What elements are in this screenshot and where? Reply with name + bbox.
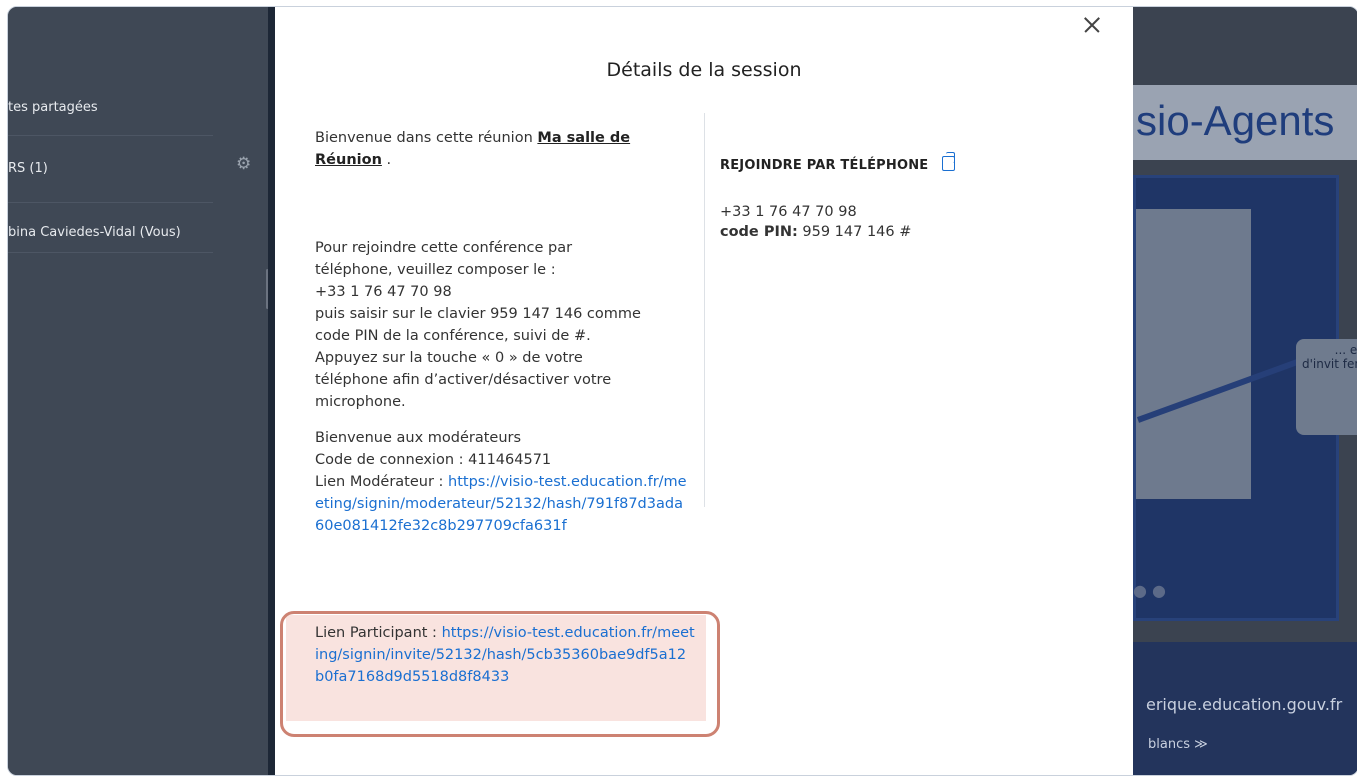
phone-number: +33 1 76 47 70 98	[720, 204, 857, 220]
copy-icon[interactable]	[942, 152, 956, 171]
moderator-welcome: Bienvenue aux modérateurs	[315, 430, 522, 446]
instruction-line: microphone.	[315, 394, 406, 410]
instruction-line: Appuyez sur la touche « 0 » de votre	[315, 350, 583, 366]
slide-callout: ... et d'invit fen	[1296, 339, 1357, 435]
connection-code: Code de connexion : 411464571	[315, 452, 552, 468]
highlight-annotation	[280, 611, 720, 737]
welcome-text: Bienvenue dans cette réunion Ma salle de…	[315, 127, 690, 171]
welcome-prefix: Bienvenue dans cette réunion	[315, 130, 538, 146]
slide-controls-icon: ● ●	[1133, 581, 1167, 600]
slide-title: sio-Agents	[1136, 97, 1335, 144]
session-info: Bienvenue dans cette réunion Ma salle de…	[315, 127, 690, 537]
divider	[8, 252, 213, 253]
user-list-item[interactable]: bina Caviedes-Vidal (Vous)	[8, 225, 181, 240]
column-divider	[704, 113, 705, 507]
phone-heading: REJOINDRE PAR TÉLÉPHONE	[720, 158, 929, 173]
close-icon[interactable]	[1080, 13, 1104, 37]
instruction-line: puis saisir sur le clavier 959 147 146 c…	[315, 306, 641, 322]
divider	[8, 202, 213, 203]
divider	[8, 135, 213, 136]
slide-screenshot	[1136, 209, 1251, 499]
footer-sub: blancs ≫	[1148, 737, 1208, 752]
shared-notes-item[interactable]: tes partagées	[8, 100, 98, 115]
user-panel: tes partagées RS (1) ⚙ bina Caviedes-Vid…	[8, 7, 269, 775]
pin-value: 959 147 146 #	[797, 224, 912, 240]
modal-title: Détails de la session	[606, 59, 802, 81]
instruction-line: code PIN de la conférence, suivi de #.	[315, 328, 591, 344]
footer-url: erique.education.gouv.fr	[1146, 695, 1343, 714]
phone-join-section: REJOINDRE PAR TÉLÉPHONE +33 1 76 47 70 9…	[720, 152, 1100, 242]
instruction-line: +33 1 76 47 70 98	[315, 284, 452, 300]
instruction-line: téléphone afin d’activer/désactiver votr…	[315, 372, 612, 388]
instruction-line: téléphone, veuillez composer le :	[315, 262, 556, 278]
pin-label: code PIN:	[720, 224, 798, 240]
app-frame: tes partagées RS (1) ⚙ bina Caviedes-Vid…	[7, 6, 1357, 776]
welcome-suffix: .	[381, 152, 392, 168]
pin-line: code PIN: 959 147 146 #	[720, 222, 1100, 242]
phone-instructions: Pour rejoindre cette conférence par télé…	[315, 237, 690, 413]
moderator-link-label: Lien Modérateur :	[315, 474, 449, 490]
users-heading: RS (1)	[8, 161, 48, 176]
instruction-line: Pour rejoindre cette conférence par	[315, 240, 573, 256]
gear-icon[interactable]: ⚙	[236, 154, 251, 174]
moderator-info: Bienvenue aux modérateurs Code de connex…	[315, 427, 690, 537]
